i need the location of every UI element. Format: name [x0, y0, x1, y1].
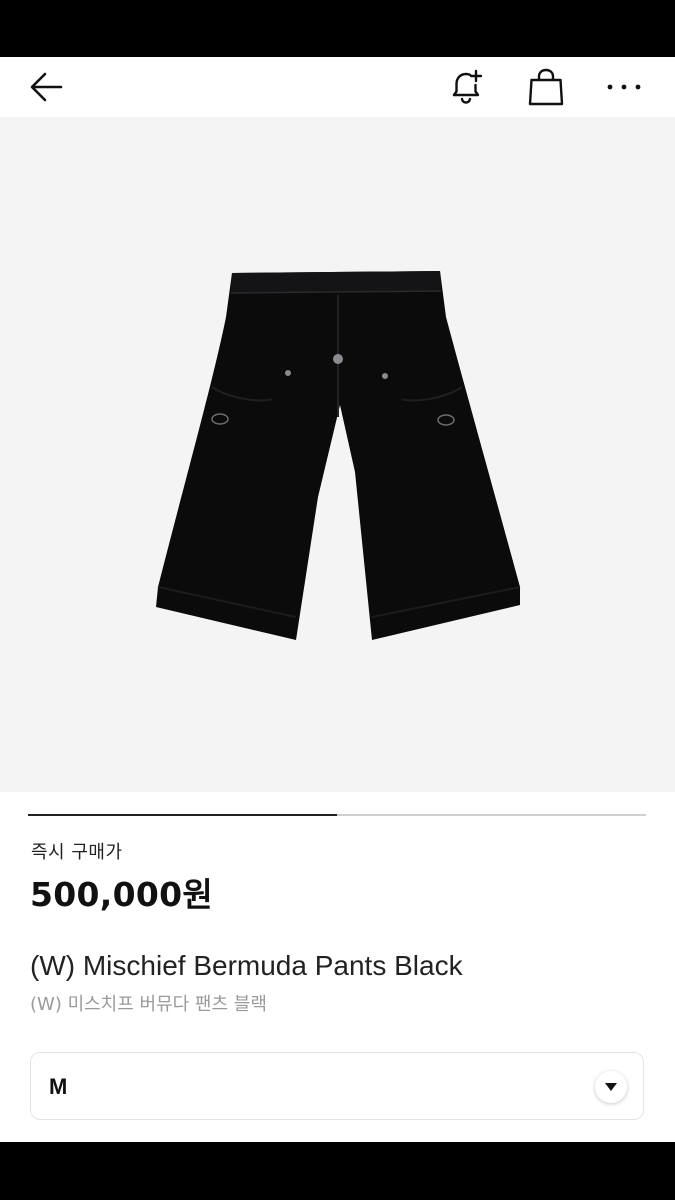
size-select-value: M: [49, 1074, 68, 1099]
chevron-down-icon: [605, 1083, 617, 1091]
product-screen: 즉시 구매가 500,000원 (W) Mischief Bermuda Pan…: [0, 57, 675, 1142]
shopping-bag-icon: [528, 68, 564, 106]
price-label: 즉시 구매가: [31, 842, 123, 863]
top-nav-bar: [0, 57, 675, 117]
more-horizontal-icon: [607, 84, 641, 90]
add-alert-button[interactable]: [436, 57, 496, 117]
image-pager-indicator: [28, 814, 337, 816]
size-select[interactable]: M: [30, 1052, 644, 1120]
bell-plus-icon: [452, 69, 483, 104]
more-options-button[interactable]: [594, 57, 654, 117]
arrow-left-icon: [30, 72, 63, 102]
product-image-gallery[interactable]: [0, 117, 675, 816]
product-title-en: (W) Mischief Bermuda Pants Black: [30, 950, 463, 981]
dropdown-button[interactable]: [595, 1071, 627, 1103]
image-pager-track: [28, 814, 646, 816]
back-button[interactable]: [18, 57, 78, 117]
product-title-ko: (W) 미스치프 버뮤다 팬츠 블랙: [30, 994, 267, 1015]
shopping-bag-button[interactable]: [516, 57, 576, 117]
price-value: 500,000원: [30, 875, 214, 914]
product-image: [156, 271, 521, 640]
